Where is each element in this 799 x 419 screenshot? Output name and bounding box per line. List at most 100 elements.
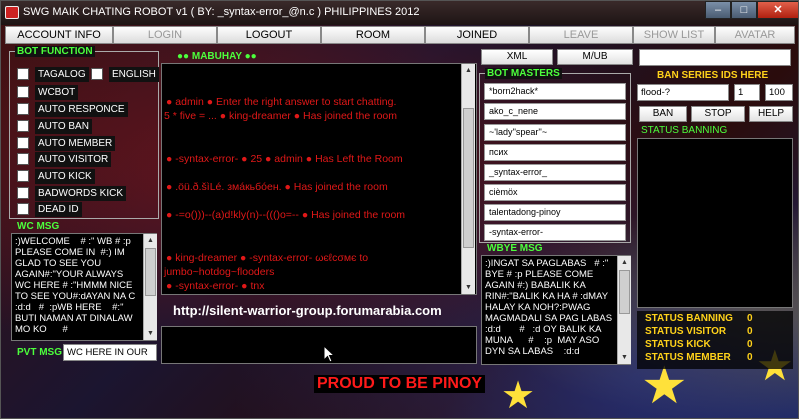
ban-end-input[interactable]: 100 bbox=[765, 84, 793, 101]
status-value: 0 bbox=[747, 313, 753, 324]
checkbox-label: AUTO MEMBER bbox=[35, 136, 116, 151]
tab-account-info[interactable]: ACCOUNT INFO bbox=[5, 26, 113, 44]
help-button[interactable]: HELP bbox=[749, 106, 793, 122]
app-icon bbox=[5, 6, 19, 19]
master-list-item[interactable]: ako_c_nene bbox=[484, 103, 626, 120]
checkbox-label: AUTO BAN bbox=[35, 119, 92, 134]
checkbox-label: DEAD ID bbox=[35, 202, 82, 217]
checkbox-label: AUTO VISITOR bbox=[35, 152, 112, 167]
status-value: 0 bbox=[747, 339, 753, 350]
chat-line: ● -syntax-error- ● 25 ● admin ● Has Left… bbox=[166, 153, 403, 165]
wbye-msg-textarea[interactable]: :)INGAT SA PAGLABAS # :" BYE # :p PLEASE… bbox=[481, 255, 631, 365]
checkbox-label: WCBOT bbox=[35, 85, 79, 100]
window-title: SWG MAIK CHATING ROBOT v1 ( BY: _syntax-… bbox=[23, 6, 420, 18]
status-label: STATUS VISITOR bbox=[645, 326, 727, 337]
minimize-button[interactable]: – bbox=[705, 1, 731, 19]
status-value: 0 bbox=[747, 326, 753, 337]
checkbox[interactable] bbox=[17, 68, 29, 80]
ban-start-input[interactable]: 1 bbox=[734, 84, 760, 101]
tab-login[interactable]: LOGIN bbox=[113, 26, 217, 44]
master-list-item[interactable]: _syntax-error_ bbox=[484, 164, 626, 181]
forum-url: http://silent-warrior-group.forumarabia.… bbox=[173, 303, 442, 318]
wbye-msg-text: :)INGAT SA PAGLABAS # :" BYE # :p PLEASE… bbox=[485, 258, 615, 357]
mub-button[interactable]: M/UB bbox=[557, 49, 633, 65]
ban-id-input[interactable]: flood-? bbox=[637, 84, 729, 101]
master-list-item[interactable]: cièmöx bbox=[484, 184, 626, 201]
stop-button[interactable]: STOP bbox=[691, 106, 745, 122]
master-list-item[interactable]: -syntax-error- bbox=[484, 224, 626, 241]
close-button[interactable]: ✕ bbox=[757, 1, 798, 19]
checkbox[interactable] bbox=[17, 137, 29, 149]
scroll-up-icon[interactable]: ▲ bbox=[144, 234, 157, 247]
proud-banner: PROUD TO BE PINOY bbox=[314, 375, 486, 393]
maximize-button[interactable]: □ bbox=[731, 1, 757, 19]
wc-msg-scrollbar[interactable]: ▲ ▼ bbox=[143, 234, 157, 340]
master-list-item[interactable]: *born2hack* bbox=[484, 83, 626, 100]
status-banning-title: STATUS BANNING bbox=[641, 125, 728, 136]
ban-series-title: BAN SERIES IDS HERE bbox=[657, 70, 769, 81]
checkbox-label: AUTO KICK bbox=[35, 169, 95, 184]
app-window: ★ ★ ★ SWG MAIK CHATING ROBOT v1 ( BY: _s… bbox=[0, 0, 799, 419]
tab-avatar[interactable]: AVATAR bbox=[715, 26, 795, 44]
chat-line: 5 * five = ... ● king-dreamer ● Has join… bbox=[164, 110, 397, 122]
scroll-thumb[interactable] bbox=[145, 248, 156, 296]
tab-joined[interactable]: JOINED bbox=[425, 26, 529, 44]
bot-function-title: BOT FUNCTION bbox=[15, 46, 95, 57]
chat-line: ● .öü.ð.šìLé. змáкьбóен. ● Has joined th… bbox=[166, 181, 388, 193]
star-decoration-icon: ★ bbox=[501, 375, 536, 417]
status-label: STATUS KICK bbox=[645, 339, 711, 350]
scroll-thumb[interactable] bbox=[463, 108, 474, 248]
avatar-url-input[interactable] bbox=[639, 49, 791, 66]
wc-msg-title: WC MSG bbox=[17, 221, 60, 232]
chat-line: ● -syntax-error- ● tnx bbox=[166, 280, 265, 292]
chat-line: jumbo~hotdog~flooders bbox=[164, 266, 275, 278]
checkbox-label: TAGALOG bbox=[35, 67, 89, 82]
status-banning-box bbox=[637, 138, 793, 308]
master-list-item[interactable]: ~'lady''spear''~ bbox=[484, 124, 626, 141]
checkbox[interactable] bbox=[17, 120, 29, 132]
tab-logout[interactable]: LOGOUT bbox=[217, 26, 321, 44]
master-list-item[interactable]: talentadong-pinoy bbox=[484, 204, 626, 221]
checkbox[interactable] bbox=[17, 86, 29, 98]
bot-masters-title: BOT MASTERS bbox=[485, 68, 562, 79]
scroll-down-icon[interactable]: ▼ bbox=[144, 327, 157, 340]
status-value: 0 bbox=[747, 352, 753, 363]
chat-line: ● admin ● Enter the right answer to star… bbox=[166, 96, 397, 108]
scroll-down-icon[interactable]: ▼ bbox=[462, 281, 475, 294]
scroll-up-icon[interactable]: ▲ bbox=[618, 256, 631, 269]
chat-line: ● -=o()))--(a)d!kly(n)--((()o=-- ● Has j… bbox=[166, 209, 406, 221]
pvt-msg-input[interactable]: WC HERE IN OUR bbox=[63, 344, 157, 361]
tab-show-list[interactable]: SHOW LIST bbox=[633, 26, 715, 44]
checkbox[interactable] bbox=[17, 187, 29, 199]
wc-msg-text: :)WELCOME # :" WB # :p PLEASE COME IN #:… bbox=[15, 236, 138, 335]
scroll-down-icon[interactable]: ▼ bbox=[618, 351, 631, 364]
checkbox-label: BADWORDS KICK bbox=[35, 186, 127, 201]
checkbox[interactable] bbox=[91, 68, 103, 80]
chat-input[interactable] bbox=[161, 326, 477, 364]
chat-title: ●● MABUHAY ●● bbox=[177, 51, 257, 62]
checkbox[interactable] bbox=[17, 103, 29, 115]
checkbox[interactable] bbox=[17, 170, 29, 182]
pvt-msg-label: PVT MSG bbox=[17, 347, 63, 358]
checkbox-label: ENGLISH bbox=[109, 67, 159, 82]
status-label: STATUS MEMBER bbox=[645, 352, 731, 363]
scroll-thumb[interactable] bbox=[619, 270, 630, 314]
wc-msg-textarea[interactable]: :)WELCOME # :" WB # :p PLEASE COME IN #:… bbox=[11, 233, 157, 341]
xml-button[interactable]: XML bbox=[481, 49, 553, 65]
wbye-msg-scrollbar[interactable]: ▲ ▼ bbox=[617, 256, 631, 364]
chat-log[interactable]: ● admin ● Enter the right answer to star… bbox=[161, 63, 477, 295]
master-list-item[interactable]: псих bbox=[484, 144, 626, 161]
chat-scrollbar[interactable]: ▲ ▼ bbox=[461, 64, 475, 294]
tab-room[interactable]: ROOM bbox=[321, 26, 425, 44]
tab-leave[interactable]: LEAVE bbox=[529, 26, 633, 44]
scroll-up-icon[interactable]: ▲ bbox=[462, 64, 475, 77]
checkbox[interactable] bbox=[17, 203, 29, 215]
checkbox[interactable] bbox=[17, 153, 29, 165]
chat-line: ● king-dreamer ● -syntax-error- ωєℓcσмє … bbox=[166, 252, 369, 264]
status-label: STATUS BANNING bbox=[645, 313, 733, 324]
wbye-msg-title: WBYE MSG bbox=[487, 243, 543, 254]
title-bar[interactable]: SWG MAIK CHATING ROBOT v1 ( BY: _syntax-… bbox=[1, 1, 798, 25]
ban-button[interactable]: BAN bbox=[639, 106, 687, 122]
mouse-cursor-icon bbox=[323, 345, 335, 363]
checkbox-label: AUTO RESPONCE bbox=[35, 102, 128, 117]
